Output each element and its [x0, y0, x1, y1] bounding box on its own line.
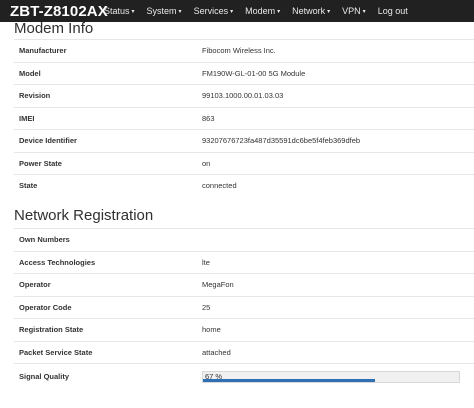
row-value: MegaFon [202, 280, 234, 289]
row-key: Signal Quality [19, 372, 70, 381]
table-row: Access Technologies lte [14, 250, 474, 274]
row-key: Access Technologies [19, 257, 96, 267]
row-key: Revision [19, 91, 51, 100]
table-row: Device Identifier 93207676723fa487d35591d… [14, 129, 474, 152]
row-key: Operator [19, 280, 51, 289]
row-value: connected [202, 181, 237, 190]
menu-services[interactable]: Services ▾ [188, 6, 240, 16]
modem-info-table: Manufacturer Fibocom Wireless Inc. Model F… [14, 39, 474, 197]
row-key: Model [19, 68, 41, 78]
row-value: lte [202, 257, 210, 267]
table-row: Registration State home [14, 318, 474, 341]
network-registration-table: Own Numbers Access Technologies lte Opera… [14, 228, 474, 389]
chevron-down-icon: ▾ [131, 9, 135, 15]
row-value: on [202, 158, 211, 168]
row-value: attached [202, 347, 231, 357]
row-value: 863 [202, 113, 215, 123]
menu-modem[interactable]: Modem ▾ [239, 6, 286, 16]
row-key: State [19, 181, 38, 190]
main-menu: Status ▾ System ▾ Services ▾ Modem ▾ Network… [98, 6, 414, 16]
menu-logout[interactable]: Log out [372, 6, 414, 16]
table-row: Revision 99103.1000.00.01.03.03 [14, 84, 474, 107]
table-row: Own Numbers [14, 228, 474, 251]
table-row: Manufacturer Fibocom Wireless Inc. [14, 39, 474, 62]
menu-network[interactable]: Network ▾ [286, 6, 336, 16]
chevron-down-icon: ▾ [178, 9, 182, 15]
table-row: Operator MegaFon [14, 273, 474, 296]
row-key: Device Identifier [19, 136, 77, 145]
chevron-down-icon: ▾ [277, 9, 281, 15]
row-key: Power State [19, 158, 62, 168]
row-value: 25 [202, 302, 211, 312]
row-key: Registration State [19, 325, 84, 334]
row-value: 93207676723fa487d35591dc6be5f4feb369dfeb [202, 136, 361, 145]
top-navbar: ZBT-Z8102AX Status ▾ System ▾ Services ▾ Mo… [0, 0, 474, 22]
row-key: Manufacturer [19, 46, 67, 55]
signal-quality-bar-fill [203, 379, 375, 382]
chevron-down-icon: ▾ [362, 9, 366, 15]
row-key: Packet Service State [19, 347, 93, 357]
table-row: Signal Quality 67 % [14, 363, 474, 389]
signal-quality-progress: 67 % [202, 371, 460, 383]
network-registration-title: Network Registration [14, 207, 154, 224]
table-row: IMEI 863 [14, 106, 474, 130]
row-key: Operator Code [19, 302, 72, 312]
menu-system[interactable]: System ▾ [141, 6, 188, 16]
chevron-down-icon: ▾ [230, 9, 234, 15]
table-row: Packet Service State attached [14, 340, 474, 364]
modem-info-title: Modem Info [14, 20, 94, 37]
row-value: Fibocom Wireless Inc. [202, 46, 276, 55]
table-row: Model FM190W-GL-01-00 5G Module [14, 61, 474, 85]
menu-vpn[interactable]: VPN ▾ [336, 6, 372, 16]
row-key: Own Numbers [19, 235, 70, 244]
table-row: State connected [14, 174, 474, 197]
brand-logo[interactable]: ZBT-Z8102AX [0, 3, 108, 20]
row-key: IMEI [19, 113, 35, 123]
table-row: Operator Code 25 [14, 295, 474, 319]
table-row: Power State on [14, 151, 474, 175]
row-value: 99103.1000.00.01.03.03 [202, 91, 284, 100]
chevron-down-icon: ▾ [327, 9, 331, 15]
row-value: FM190W-GL-01-00 5G Module [202, 68, 306, 78]
menu-status[interactable]: Status ▾ [98, 6, 141, 16]
row-value: home [202, 325, 221, 334]
